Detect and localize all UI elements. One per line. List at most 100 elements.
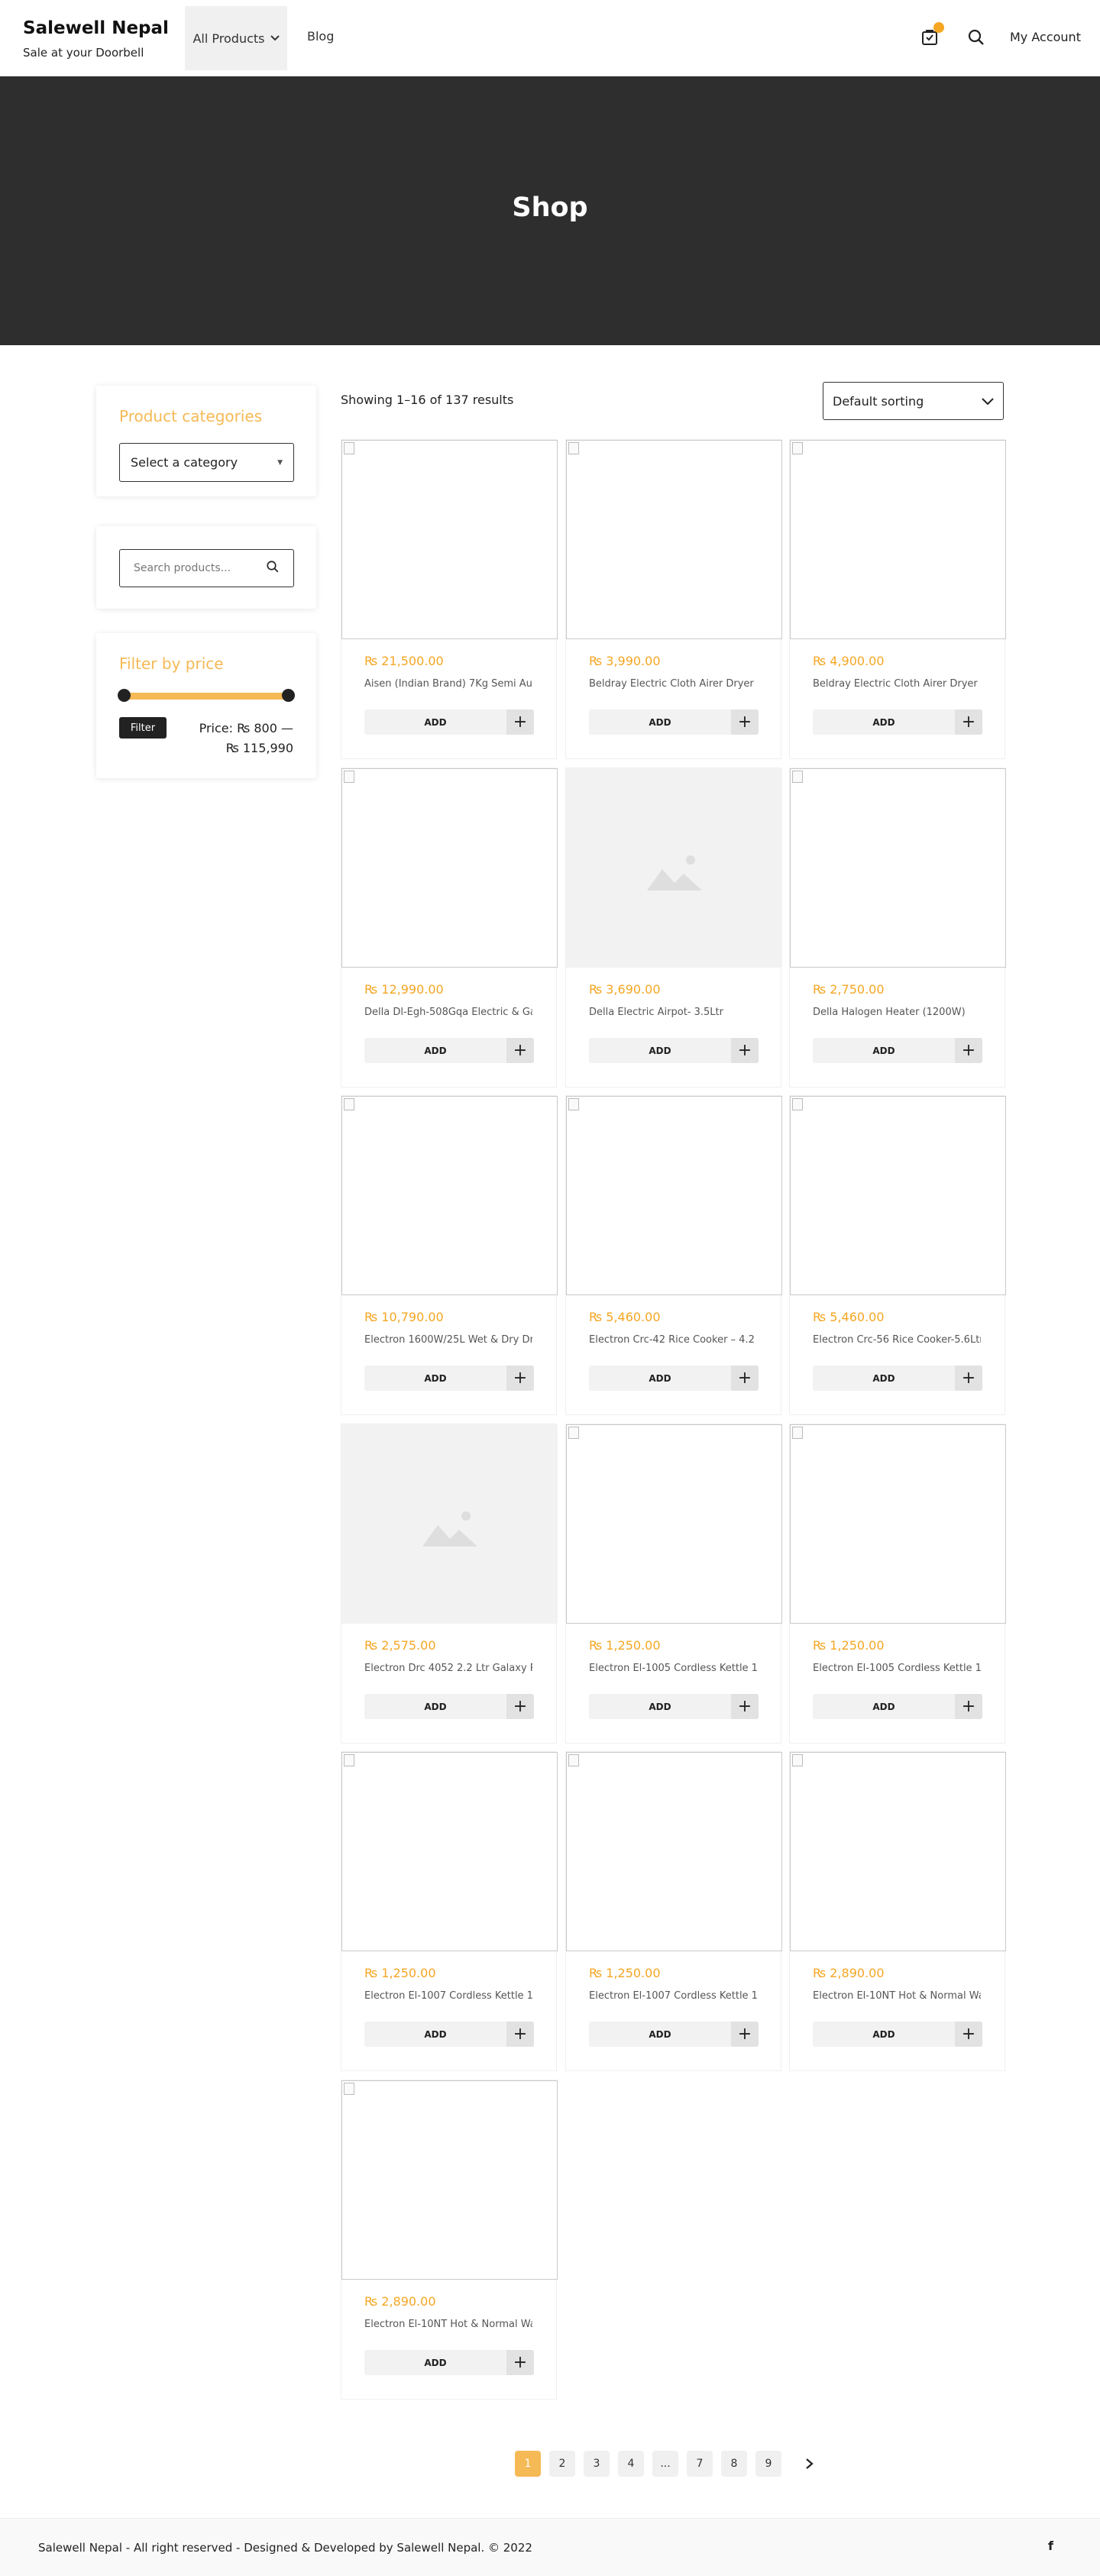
product-name[interactable]: Electron Crc-42 Rice Cooker – 4.2 Liter xyxy=(589,1334,757,1346)
product-card[interactable]: ₨ 3,990.00 Beldray Electric Cloth Airer D… xyxy=(565,439,782,759)
product-image[interactable] xyxy=(341,1096,558,1295)
plus-icon[interactable]: + xyxy=(506,1038,534,1063)
product-card[interactable]: ₨ 2,890.00 Electron El-10NT Hot & Normal … xyxy=(341,2080,558,2400)
product-image[interactable] xyxy=(341,440,558,639)
product-name[interactable]: Beldray Electric Cloth Airer Dryer xyxy=(589,678,757,690)
plus-icon[interactable]: + xyxy=(731,709,759,735)
product-name[interactable]: Electron El-10NT Hot & Normal Water xyxy=(364,2319,532,2330)
product-name[interactable]: Della Dl-Egh-508Gqa Electric & Gas Hob xyxy=(364,1007,532,1018)
product-name[interactable]: Electron El-10NT Hot & Normal Water xyxy=(813,1990,981,2002)
product-card[interactable]: ₨ 12,990.00 Della Dl-Egh-508Gqa Electric … xyxy=(341,768,558,1088)
add-to-cart-button[interactable]: ADD + xyxy=(589,1694,759,1719)
product-card[interactable]: ₨ 5,460.00 Electron Crc-42 Rice Cooker – … xyxy=(565,1095,782,1415)
add-to-cart-button[interactable]: ADD + xyxy=(364,2350,534,2375)
pagination-page[interactable]: 4 xyxy=(618,2451,644,2477)
product-image[interactable] xyxy=(790,768,1006,968)
plus-icon[interactable]: + xyxy=(506,709,534,735)
plus-icon[interactable]: + xyxy=(506,2022,534,2047)
product-card[interactable]: ₨ 21,500.00 Aisen (Indian Brand) 7Kg Semi… xyxy=(341,439,558,759)
pagination-page[interactable]: 1 xyxy=(515,2451,541,2477)
product-name[interactable]: Della Electric Airpot- 3.5Ltr xyxy=(589,1007,757,1018)
add-to-cart-button[interactable]: ADD + xyxy=(813,1038,982,1063)
price-slider-max-handle[interactable] xyxy=(282,689,295,702)
nav-all-products[interactable]: All Products xyxy=(185,6,287,70)
plus-icon[interactable]: + xyxy=(955,1038,982,1063)
plus-icon[interactable]: + xyxy=(955,1366,982,1391)
product-image[interactable] xyxy=(566,1096,782,1295)
sort-select[interactable]: Default sorting xyxy=(823,382,1004,420)
add-to-cart-button[interactable]: ADD + xyxy=(364,2022,534,2047)
product-image[interactable] xyxy=(341,2080,558,2280)
add-to-cart-button[interactable]: ADD + xyxy=(813,1694,982,1719)
product-name[interactable]: Della Halogen Heater (1200W) xyxy=(813,1007,981,1018)
product-card[interactable]: ₨ 2,575.00 Electron Drc 4052 2.2 Ltr Gala… xyxy=(341,1424,558,1744)
product-image[interactable] xyxy=(790,1096,1006,1295)
add-to-cart-button[interactable]: ADD + xyxy=(589,2022,759,2047)
product-name[interactable]: Electron El-1005 Cordless Kettle 1.8 Ltr xyxy=(589,1663,757,1674)
add-to-cart-button[interactable]: ADD + xyxy=(364,1694,534,1719)
plus-icon[interactable]: + xyxy=(731,2022,759,2047)
product-name[interactable]: Electron El-1007 Cordless Kettle 1.8 Ltr xyxy=(364,1990,532,2002)
add-to-cart-button[interactable]: ADD + xyxy=(589,1038,759,1063)
product-card[interactable]: ₨ 3,690.00 Della Electric Airpot- 3.5Ltr A… xyxy=(565,768,782,1088)
product-image-placeholder[interactable] xyxy=(341,1424,558,1624)
product-search-input[interactable]: Search products... xyxy=(119,549,294,587)
my-account-link[interactable]: My Account xyxy=(1010,30,1081,44)
pagination-page[interactable]: 3 xyxy=(584,2451,610,2477)
product-card[interactable]: ₨ 1,250.00 Electron El-1007 Cordless Kett… xyxy=(341,1751,558,2071)
product-name[interactable]: Electron El-1007 Cordless Kettle 1.8 Ltr xyxy=(589,1990,757,2002)
pagination-page[interactable]: 2 xyxy=(549,2451,575,2477)
add-to-cart-button[interactable]: ADD + xyxy=(813,2022,982,2047)
plus-icon[interactable]: + xyxy=(731,1694,759,1719)
site-title[interactable]: Salewell Nepal xyxy=(23,18,169,38)
product-card[interactable]: ₨ 10,790.00 Electron 1600W/25L Wet & Dry … xyxy=(341,1095,558,1415)
search-icon[interactable] xyxy=(266,560,280,577)
price-slider-min-handle[interactable] xyxy=(118,689,131,702)
product-name[interactable]: Electron Crc-56 Rice Cooker-5.6Ltrs xyxy=(813,1334,981,1346)
product-image[interactable] xyxy=(790,1752,1006,1951)
plus-icon[interactable]: + xyxy=(506,1366,534,1391)
plus-icon[interactable]: + xyxy=(955,709,982,735)
product-card[interactable]: ₨ 2,890.00 Electron El-10NT Hot & Normal … xyxy=(789,1751,1006,2071)
add-to-cart-button[interactable]: ADD + xyxy=(589,709,759,735)
facebook-icon[interactable]: f xyxy=(1048,2539,1053,2553)
product-image[interactable] xyxy=(341,1752,558,1951)
product-card[interactable]: ₨ 1,250.00 Electron El-1005 Cordless Kett… xyxy=(565,1424,782,1744)
plus-icon[interactable]: + xyxy=(731,1366,759,1391)
product-image[interactable] xyxy=(790,440,1006,639)
plus-icon[interactable]: + xyxy=(955,1694,982,1719)
product-image-placeholder[interactable] xyxy=(566,768,782,968)
product-name[interactable]: Electron 1600W/25L Wet & Dry Drum Vacuum xyxy=(364,1334,532,1346)
product-card[interactable]: ₨ 5,460.00 Electron Crc-56 Rice Cooker-5.… xyxy=(789,1095,1006,1415)
product-image[interactable] xyxy=(566,1424,782,1624)
add-to-cart-button[interactable]: ADD + xyxy=(813,1366,982,1391)
add-to-cart-button[interactable]: ADD + xyxy=(364,1366,534,1391)
filter-button[interactable]: Filter xyxy=(119,717,167,739)
category-select[interactable]: Select a category ▼ xyxy=(119,443,294,482)
pagination-next-icon[interactable] xyxy=(797,2451,823,2477)
pagination-page[interactable]: 8 xyxy=(721,2451,747,2477)
add-to-cart-button[interactable]: ADD + xyxy=(364,709,534,735)
plus-icon[interactable]: + xyxy=(506,1694,534,1719)
pagination-page[interactable]: 7 xyxy=(687,2451,713,2477)
add-to-cart-button[interactable]: ADD + xyxy=(589,1366,759,1391)
product-card[interactable]: ₨ 1,250.00 Electron El-1005 Cordless Kett… xyxy=(789,1424,1006,1744)
add-to-cart-button[interactable]: ADD + xyxy=(813,709,982,735)
product-name[interactable]: Electron Drc 4052 2.2 Ltr Galaxy Rice Co… xyxy=(364,1663,532,1674)
plus-icon[interactable]: + xyxy=(731,1038,759,1063)
search-icon[interactable] xyxy=(967,28,985,50)
product-name[interactable]: Beldray Electric Cloth Airer Dryer xyxy=(813,678,981,690)
pagination-page[interactable]: 9 xyxy=(755,2451,781,2477)
product-name[interactable]: Aisen (Indian Brand) 7Kg Semi Automatic xyxy=(364,678,532,690)
product-image[interactable] xyxy=(341,768,558,968)
product-card[interactable]: ₨ 1,250.00 Electron El-1007 Cordless Kett… xyxy=(565,1751,782,2071)
product-image[interactable] xyxy=(790,1424,1006,1624)
nav-blog[interactable]: Blog xyxy=(307,29,334,44)
product-image[interactable] xyxy=(566,1752,782,1951)
plus-icon[interactable]: + xyxy=(506,2350,534,2375)
product-image[interactable] xyxy=(566,440,782,639)
plus-icon[interactable]: + xyxy=(955,2022,982,2047)
add-to-cart-button[interactable]: ADD + xyxy=(364,1038,534,1063)
product-card[interactable]: ₨ 4,900.00 Beldray Electric Cloth Airer D… xyxy=(789,439,1006,759)
product-card[interactable]: ₨ 2,750.00 Della Halogen Heater (1200W) AD… xyxy=(789,768,1006,1088)
